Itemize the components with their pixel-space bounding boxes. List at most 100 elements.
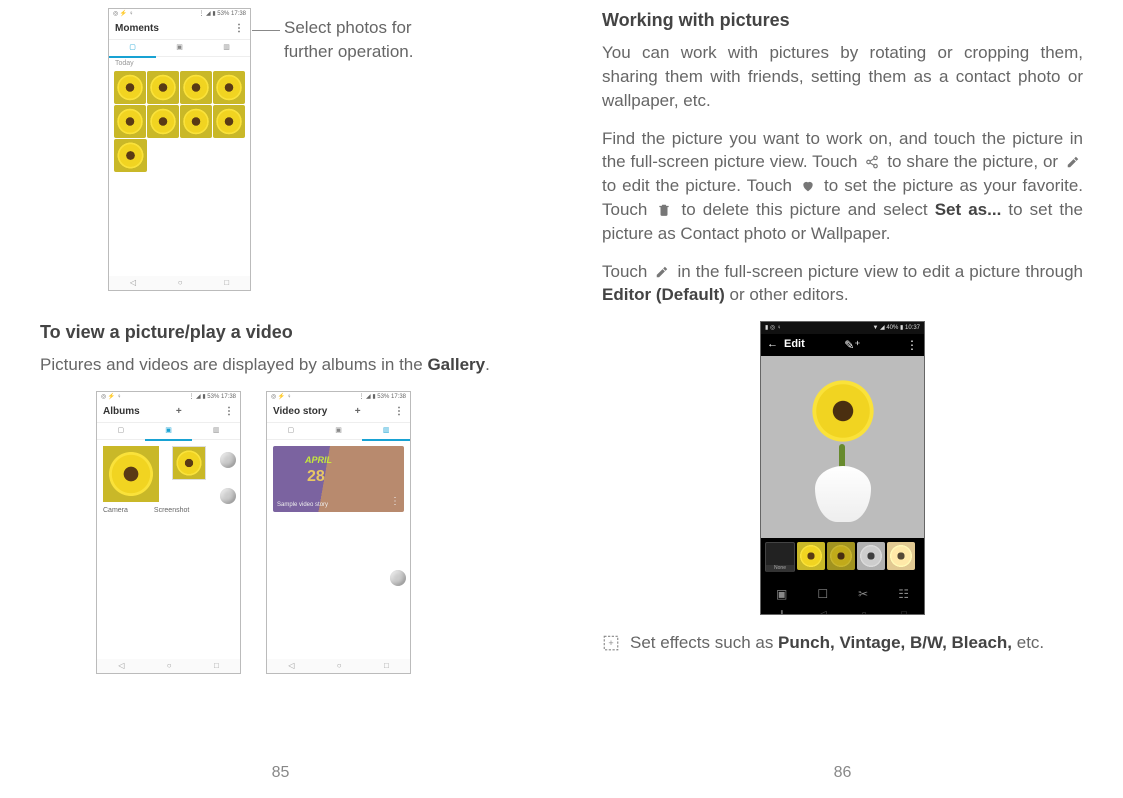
photo-thumb[interactable] [114,71,146,104]
share-icon [864,152,880,166]
effect-none[interactable]: None [765,542,795,572]
heart-icon [800,176,816,190]
pencil-icon [654,262,670,276]
tool-adjust-icon[interactable]: ☷ [898,586,909,603]
statusbar-right: ⋮ ◢ ▮ 53% 17:38 [188,393,236,401]
menu-icon[interactable]: ⋮ [218,405,240,419]
tab-albums[interactable]: ▣ [315,423,363,439]
view-paragraph: Pictures and videos are displayed by alb… [40,353,521,377]
pencil-icon [1065,152,1081,166]
photo-thumb[interactable] [147,71,179,104]
back-icon[interactable]: ← [761,337,784,352]
photo-thumb[interactable] [180,71,212,104]
android-navbar: ◁ ○ □ [109,276,250,290]
phone-mock-moments: ◎ ⚡ ♀ ⋮ ◢ ▮ 53% 17:38 Moments ⋮ ▢ ▣ ▥ To… [108,8,251,291]
photo-thumb[interactable] [147,105,179,138]
nav-home-icon[interactable]: ○ [337,660,342,671]
statusbar-left: ◎ ⚡ ♀ [113,10,134,18]
edit-toolbar: ▣ ☐ ✂ ☷ [761,582,924,606]
effect-thumb[interactable] [857,542,885,570]
section-heading-working: Working with pictures [602,8,1083,33]
slider-knob[interactable] [220,488,236,504]
nav-recent-icon[interactable]: □ [384,660,389,671]
today-label: Today [109,57,250,71]
section-heading-view: To view a picture/play a video [40,320,521,345]
tool-frame-icon[interactable]: ☐ [817,586,828,603]
photo-thumb[interactable] [180,105,212,138]
statusbar-left: ◎ ⚡ ♀ [271,393,292,401]
nav-home-icon[interactable]: ○ [178,277,183,288]
working-p3: Touch in the full-screen picture view to… [602,260,1083,308]
nav-recent-icon[interactable]: □ [224,277,229,288]
app-title: Moments [115,22,159,36]
edit-title: Edit [784,337,805,352]
edit-canvas[interactable] [761,356,924,538]
slider-knob[interactable] [390,570,406,586]
effects-bullet-icon: + [602,634,620,659]
working-p1: You can work with pictures by rotating o… [602,41,1083,112]
nav-home-icon[interactable]: ○ [167,660,172,671]
statusbar-right: ⋮ ◢ ▮ 53% 17:38 [198,10,246,18]
add-icon[interactable]: + [172,405,186,419]
video-month: APRIL [305,454,332,467]
tool-crop-icon[interactable]: ✂ [858,586,868,603]
photo-thumb[interactable] [213,105,245,138]
video-caption: Sample video story [277,501,328,509]
video-story-card[interactable]: APRIL 28 Sample video story ⋮ [273,446,404,512]
tab-photos[interactable]: ▢ [267,423,315,439]
menu-icon[interactable]: ⋮ [228,22,250,36]
flower-image [803,372,883,522]
photo-thumb[interactable] [114,139,147,172]
effects-bullet: + Set effects such as Punch, Vintage, B/… [602,631,1083,659]
tab-videos[interactable]: ▥ [192,423,240,439]
callout-line [252,30,280,31]
album-camera[interactable] [103,446,159,502]
callout-text: Select photos for further operation. [284,16,454,64]
tab-albums[interactable]: ▣ [156,40,203,56]
nav-effects-icon[interactable]: ⬇ [779,608,786,616]
page-86: Working with pictures You can work with … [562,0,1123,798]
menu-icon[interactable]: ⋮ [388,405,410,419]
nav-recent-icon[interactable]: □ [214,660,219,671]
app-title: Video story [273,405,327,419]
effect-thumb[interactable] [797,542,825,570]
page-number: 85 [0,762,561,784]
statusbar-right: ▼ ◢ 40% ▮ 10:37 [872,324,920,332]
magic-wand-icon[interactable]: ✎⁺ [838,337,866,354]
tab-videos[interactable]: ▥ [362,423,410,441]
nav-back-icon[interactable]: ◁ [118,660,124,671]
video-day: 28 [307,466,325,488]
svg-text:+: + [608,638,613,648]
moments-tabbar: ▢ ▣ ▥ [109,39,250,57]
photo-thumb[interactable] [213,71,245,104]
menu-icon[interactable]: ⋮ [900,337,924,354]
video-more-icon[interactable]: ⋮ [390,495,400,509]
album-screenshot[interactable] [172,446,206,480]
working-p2: Find the picture you want to work on, an… [602,127,1083,246]
effect-thumb[interactable] [887,542,915,570]
app-title: Albums [103,405,140,419]
nav-recent-icon[interactable]: □ [902,608,907,616]
slider-knob[interactable] [220,452,236,468]
page-number: 86 [562,762,1123,784]
nav-back-icon[interactable]: ◁ [288,660,294,671]
nav-back-icon[interactable]: ◁ [130,277,136,288]
tab-videos[interactable]: ▥ [203,40,250,56]
statusbar-right: ⋮ ◢ ▮ 53% 17:38 [358,393,406,401]
tab-albums[interactable]: ▣ [145,423,193,441]
album-label: Screenshot [154,506,189,516]
effect-thumbs: None [761,538,924,582]
photo-thumb[interactable] [114,105,146,138]
phone-mock-edit: ▮ ◎ ♀ ▼ ◢ 40% ▮ 10:37 ← Edit ✎⁺ ⋮ None [760,321,925,615]
page-85: ◎ ⚡ ♀ ⋮ ◢ ▮ 53% 17:38 Moments ⋮ ▢ ▣ ▥ To… [0,0,561,798]
effect-thumb[interactable] [827,542,855,570]
nav-back-icon[interactable]: ◁ [820,608,826,616]
tab-photos[interactable]: ▢ [97,423,145,439]
tool-effects-icon[interactable]: ▣ [776,586,787,603]
tab-photos[interactable]: ▢ [109,40,156,58]
add-icon[interactable]: + [351,405,365,419]
statusbar-left: ▮ ◎ ♀ [765,324,781,332]
nav-home-icon[interactable]: ○ [862,608,867,616]
phone-mock-videostory: ◎ ⚡ ♀ ⋮ ◢ ▮ 53% 17:38 Video story + ⋮ ▢ … [266,391,411,674]
statusbar-left: ◎ ⚡ ♀ [101,393,122,401]
